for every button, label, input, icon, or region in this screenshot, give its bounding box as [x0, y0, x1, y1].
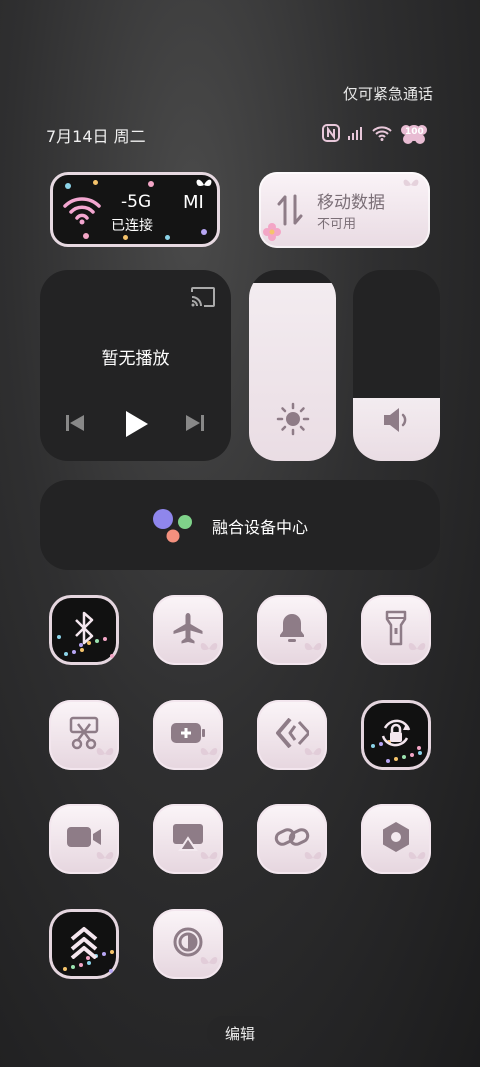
butterfly-icon	[95, 745, 115, 767]
toggle-performance[interactable]	[49, 908, 119, 979]
chevrons-up-icon	[69, 925, 99, 963]
date-text: 7月14日 周二	[46, 127, 146, 146]
butterfly-icon	[95, 849, 115, 871]
flower-icon	[263, 223, 281, 245]
device-center-label: 融合设备中心	[212, 518, 309, 537]
toggle-battery-saver[interactable]	[153, 699, 223, 770]
glitter-dot	[71, 964, 75, 969]
toggle-airplane[interactable]	[153, 595, 223, 665]
glitter-dot	[57, 635, 61, 639]
butterfly-icon	[199, 849, 219, 871]
sun-icon	[276, 402, 310, 440]
butterfly-icon	[199, 954, 219, 976]
toggle-bluetooth[interactable]	[49, 595, 119, 665]
glitter-dot	[402, 754, 406, 759]
play-icon[interactable]	[124, 409, 150, 443]
glitter-dot	[418, 750, 422, 755]
toggle-screen-record[interactable]	[49, 804, 119, 874]
wifi-ssid-text: -5G	[121, 192, 152, 212]
wifi-status-text: 已连接	[111, 218, 153, 234]
glitter-dot	[110, 949, 114, 954]
butterfly-icon	[303, 745, 323, 767]
butterfly-icon	[402, 177, 420, 197]
mobile-data-title: 移动数据	[317, 193, 385, 213]
status-icons: 100	[322, 122, 428, 144]
butterfly-icon	[199, 640, 219, 662]
glitter-dot	[386, 758, 390, 763]
glitter-dot	[72, 650, 76, 654]
butterfly-icon	[303, 640, 323, 662]
butterfly-icon	[199, 745, 219, 767]
nfc-icon	[322, 124, 340, 142]
butterfly-icon	[407, 849, 427, 871]
mobile-data-subtitle: 不可用	[317, 217, 357, 232]
speaker-icon	[381, 405, 413, 439]
bluetooth-icon	[72, 611, 96, 649]
glitter-dot	[64, 652, 68, 656]
glitter-dot	[102, 951, 106, 956]
toggle-bell[interactable]	[257, 595, 327, 665]
glitter-dot	[110, 654, 114, 658]
butterfly-icon	[303, 849, 323, 871]
toggle-screenshot[interactable]	[49, 699, 119, 770]
previous-track-icon[interactable]	[65, 413, 85, 437]
edit-button[interactable]: 编辑	[207, 1016, 273, 1050]
brightness-slider[interactable]	[249, 270, 336, 461]
emergency-call-text: 仅可紧急通话	[342, 85, 433, 103]
rotation-lock-icon	[379, 716, 413, 754]
wifi-icon	[372, 125, 392, 141]
signal-icon	[348, 126, 364, 140]
butterfly-icon	[407, 640, 427, 662]
wifi-tile[interactable]: -5G 已连接 MI	[50, 172, 220, 247]
media-title: 暂无播放	[101, 349, 170, 369]
cast-icon[interactable]	[190, 286, 216, 312]
glitter-dot	[109, 968, 113, 973]
toggle-dark-mode[interactable]	[153, 908, 223, 979]
glitter-dot	[417, 745, 421, 750]
device-center-card[interactable]: 融合设备中心	[40, 480, 440, 570]
glitter-dot	[371, 743, 375, 748]
glitter-dot	[394, 756, 398, 761]
toggle-cast[interactable]	[153, 804, 223, 874]
toggle-rotation-lock[interactable]	[361, 699, 431, 770]
glitter-dot	[79, 962, 83, 967]
wifi-tile-icon	[63, 195, 101, 229]
flashlight-icon	[385, 610, 407, 650]
toggle-flashlight[interactable]	[361, 595, 431, 665]
volume-slider[interactable]	[353, 270, 440, 461]
glitter-dot	[63, 966, 67, 971]
toggle-nearby-share[interactable]	[257, 699, 327, 770]
media-player-card[interactable]: 暂无播放	[40, 270, 231, 461]
mobile-data-tile[interactable]: 移动数据 不可用	[259, 172, 430, 248]
glitter-dot	[103, 637, 107, 641]
toggle-settings[interactable]	[361, 804, 431, 874]
battery-badge: 100	[405, 127, 424, 137]
butterfly-icon	[195, 177, 213, 197]
battery-flower-icon: 100	[400, 122, 428, 144]
toggle-link[interactable]	[257, 804, 327, 874]
device-center-logo-icon	[152, 508, 194, 548]
next-track-icon[interactable]	[185, 413, 205, 437]
